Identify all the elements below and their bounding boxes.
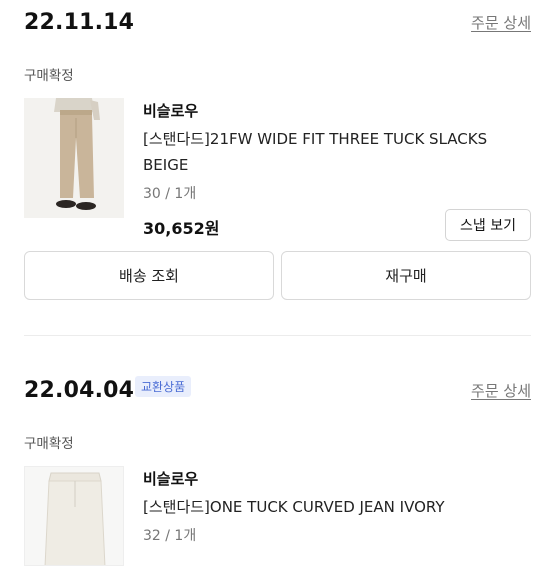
product-name[interactable]: [스탠다드]ONE TUCK CURVED JEAN IVORY xyxy=(143,494,523,520)
ivory-jean-image xyxy=(25,467,123,565)
product-thumbnail[interactable] xyxy=(24,98,124,218)
product-thumbnail[interactable] xyxy=(24,466,124,566)
rebuy-button[interactable]: 재구매 xyxy=(281,251,531,300)
brand-name[interactable]: 비슬로우 xyxy=(143,100,198,121)
order-detail-link[interactable]: 주문 상세 xyxy=(471,380,531,401)
order-status: 구매확정 xyxy=(24,68,74,84)
exchange-badge: 교환상품 xyxy=(135,376,192,397)
snap-view-button[interactable]: 스냅 보기 xyxy=(445,209,531,241)
product-option: 30 / 1개 xyxy=(143,186,197,202)
product-option: 32 / 1개 xyxy=(143,528,197,544)
product-price: 30,652원 xyxy=(143,219,220,238)
order-detail-link[interactable]: 주문 상세 xyxy=(471,12,531,33)
product-name[interactable]: [스탠다드]21FW WIDE FIT THREE TUCK SLACKS BE… xyxy=(143,126,523,178)
brand-name[interactable]: 비슬로우 xyxy=(143,468,198,489)
order-status: 구매확정 xyxy=(24,436,74,452)
track-shipping-button[interactable]: 배송 조회 xyxy=(24,251,274,300)
order-divider xyxy=(24,335,531,336)
order-date: 22.11.14 xyxy=(24,10,135,35)
order-date: 22.04.04 xyxy=(24,378,135,403)
beige-slacks-image xyxy=(24,98,124,218)
